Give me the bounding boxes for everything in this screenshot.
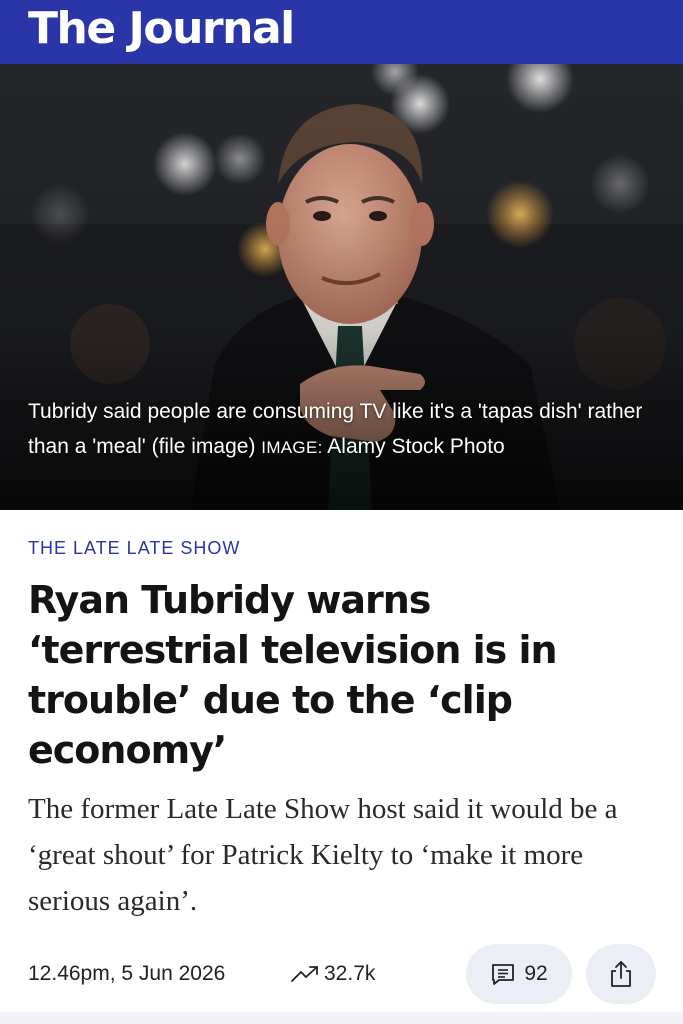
publish-timestamp: 12.46pm, 5 Jun 2026 xyxy=(28,962,226,985)
share-button[interactable] xyxy=(586,944,656,1004)
comments-button[interactable]: 92 xyxy=(466,944,572,1004)
share-icon xyxy=(611,961,631,987)
site-header: The Journal xyxy=(0,0,683,64)
trending-up-icon xyxy=(291,966,318,982)
next-card-edge xyxy=(0,1012,683,1024)
image-credit: Alamy Stock Photo xyxy=(327,435,505,458)
comment-icon xyxy=(492,964,515,985)
site-logo[interactable]: The Journal xyxy=(28,7,295,51)
article-standfirst: The former Late Late Show host said it w… xyxy=(28,793,618,917)
article-headline: Ryan Tubridy warns ‘terrestrial televisi… xyxy=(28,578,558,772)
section-link[interactable]: THE LATE LATE SHOW xyxy=(28,538,240,559)
comment-count: 92 xyxy=(524,962,548,985)
image-credit-label: IMAGE: xyxy=(261,438,323,457)
view-count-label: 32.7k xyxy=(324,962,376,985)
view-count: 32.7k xyxy=(290,962,375,986)
hero-image[interactable]: Tubridy said people are consuming TV lik… xyxy=(0,64,683,510)
article-meta: 12.46pm, 5 Jun 2026 32.7k 92 xyxy=(28,944,668,1004)
image-caption: Tubridy said people are consuming TV lik… xyxy=(28,394,658,465)
